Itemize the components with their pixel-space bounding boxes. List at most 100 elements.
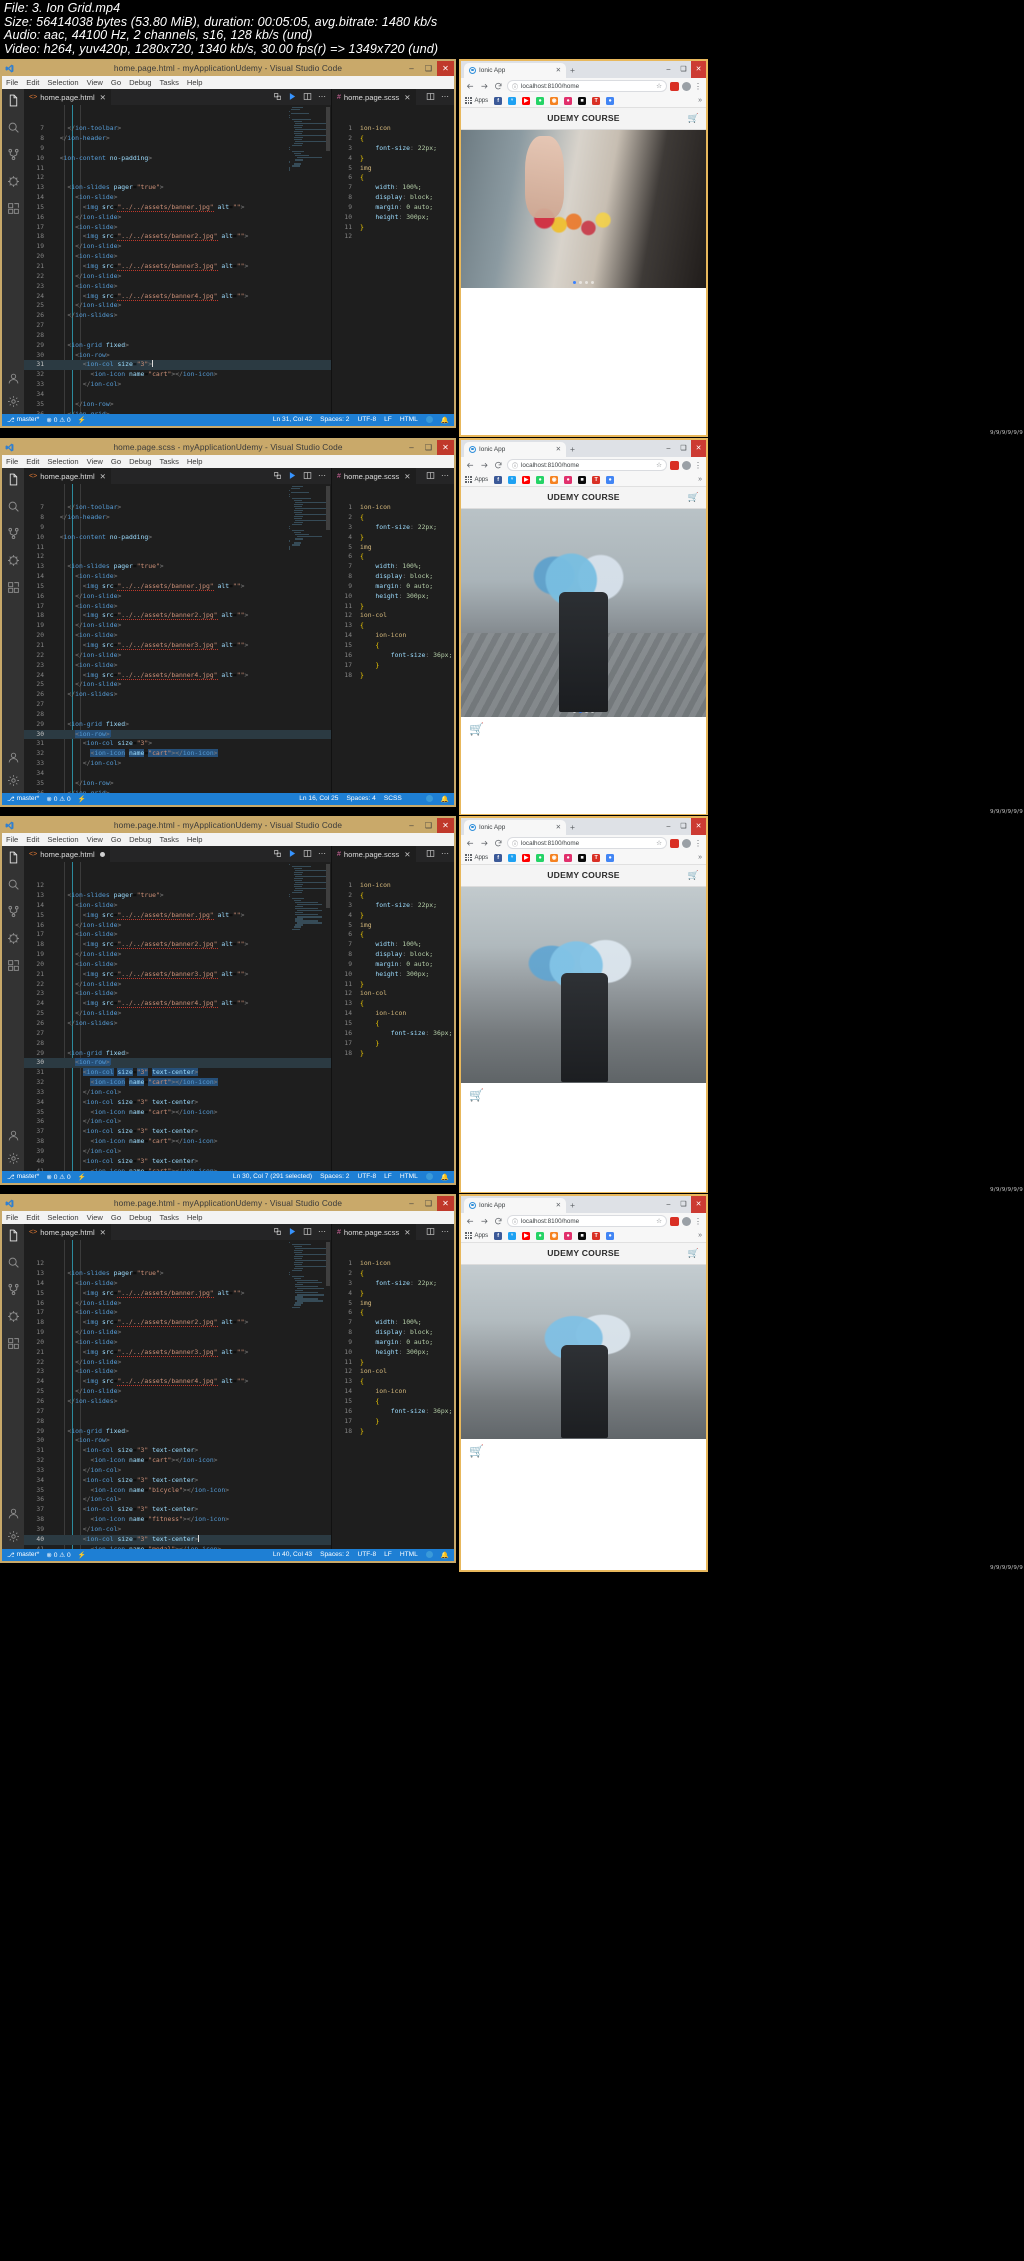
status-bell-icon[interactable]: 🔔	[441, 1551, 449, 1559]
tab-home-page-html[interactable]: <> home.page.html ✕	[24, 88, 111, 105]
status-eol[interactable]: LF	[384, 416, 392, 423]
banner-slider[interactable]	[461, 1264, 706, 1439]
browser-minimize-button[interactable]: –	[661, 440, 676, 457]
tab-home-page-scss[interactable]: # home.page.scss ✕	[332, 845, 416, 862]
bookmark-dark-icon[interactable]: ■	[578, 853, 587, 862]
address-bar[interactable]: ⓘ localhost:8100/home ☆	[507, 80, 667, 92]
status-cursor-position[interactable]: Ln 30, Col 7 (291 selected)	[233, 1173, 312, 1180]
browser-tab-close-icon[interactable]: ✕	[556, 823, 561, 831]
status-cursor-position[interactable]: Ln 16, Col 25	[299, 795, 338, 802]
more-actions-icon[interactable]: ⋯	[318, 849, 326, 858]
run-icon[interactable]	[288, 849, 297, 858]
menu-item-file[interactable]: File	[6, 78, 18, 87]
back-arrow-icon[interactable]	[465, 1216, 476, 1227]
tab-close-icon[interactable]: ✕	[404, 93, 410, 102]
menu-item-help[interactable]: Help	[187, 835, 203, 844]
browser-tab-close-icon[interactable]: ✕	[556, 445, 561, 453]
status-encoding[interactable]: UTF-8	[357, 1173, 376, 1180]
more-actions-icon[interactable]: ⋯	[441, 849, 449, 858]
menu-item-selection[interactable]: Selection	[47, 1213, 78, 1222]
browser-menu-icon[interactable]: ⋮	[694, 82, 702, 91]
extension-icon-red[interactable]	[670, 838, 679, 848]
profile-avatar-icon[interactable]	[682, 460, 691, 470]
browser-minimize-button[interactable]: –	[661, 818, 676, 835]
vscode-maximize-button[interactable]: ❑	[420, 440, 437, 455]
split-editor-icon[interactable]	[426, 849, 435, 858]
code-area-scss[interactable]: 1 ion-icon 2{3 font-size: 22px; 4} 5 img 6{7 w…	[332, 104, 454, 414]
bookmark-instagram-icon[interactable]: ●	[564, 475, 573, 484]
scrollbar-thumb[interactable]	[326, 863, 330, 908]
browser-close-button[interactable]: ✕	[691, 817, 706, 835]
back-arrow-icon[interactable]	[465, 838, 476, 849]
bookmark-t-icon[interactable]: T	[592, 96, 601, 105]
bookmarks-overflow-icon[interactable]: »	[698, 854, 702, 861]
menu-item-tasks[interactable]: Tasks	[159, 1213, 178, 1222]
bookmark-dark-icon[interactable]: ■	[578, 475, 587, 484]
status-indentation[interactable]: Spaces: 2	[320, 1173, 349, 1180]
source-control-icon[interactable]	[5, 904, 21, 920]
menu-item-file[interactable]: File	[6, 835, 18, 844]
bookmark-t-icon[interactable]: T	[592, 475, 601, 484]
new-tab-button[interactable]: +	[566, 63, 579, 78]
account-icon[interactable]	[5, 371, 21, 387]
bookmark-instagram-icon[interactable]: ●	[564, 1231, 573, 1240]
bookmark-instagram-icon[interactable]: ●	[564, 96, 573, 105]
extensions-icon[interactable]	[5, 201, 21, 217]
browser-tab-ionic-app[interactable]: Ionic App ✕	[464, 62, 566, 78]
menu-item-view[interactable]: View	[87, 78, 103, 87]
bookmark-blue-icon[interactable]: ●	[606, 475, 615, 484]
browser-close-button[interactable]: ✕	[691, 1195, 706, 1213]
menu-item-edit[interactable]: Edit	[26, 835, 39, 844]
bookmark-orange-icon[interactable]: ◉	[550, 853, 559, 862]
status-indentation[interactable]: Spaces: 2	[320, 1551, 349, 1558]
status-problems[interactable]: ⊗ 0 ⚠ 0	[46, 1173, 70, 1181]
pager-dot[interactable]	[579, 280, 582, 284]
bookmark-t-icon[interactable]: T	[592, 1231, 601, 1240]
status-live-icon[interactable]: ⚡	[78, 795, 86, 803]
back-arrow-icon[interactable]	[465, 81, 476, 92]
pager-dot[interactable]	[573, 280, 576, 284]
code-area-html[interactable]: 7 </ion-toolbar> 8 </ion-header> 9 10 <ion-…	[24, 483, 331, 793]
tab-home-page-scss[interactable]: # home.page.scss ✕	[332, 1223, 416, 1240]
new-tab-button[interactable]: +	[566, 820, 579, 835]
minimap-html[interactable]	[289, 106, 330, 412]
bookmark-youtube-icon[interactable]: ▶	[522, 1231, 531, 1240]
menu-item-tasks[interactable]: Tasks	[159, 78, 178, 87]
profile-avatar-icon[interactable]	[682, 1216, 691, 1226]
code-area-scss[interactable]: 1 ion-icon 2{3 font-size: 22px; 4} 5 img 6{7 w…	[332, 483, 454, 793]
forward-arrow-icon[interactable]	[479, 1216, 490, 1227]
address-bar[interactable]: ⓘ localhost:8100/home ☆	[507, 837, 667, 849]
bookmark-orange-icon[interactable]: ◉	[550, 475, 559, 484]
code-area-html[interactable]: 12 13 <ion-slides pager="true"> 14 <ion-sl…	[24, 1239, 331, 1549]
account-icon[interactable]	[5, 1128, 21, 1144]
browser-maximize-button[interactable]: ❑	[676, 1196, 691, 1213]
search-icon[interactable]	[5, 499, 21, 515]
new-tab-button[interactable]: +	[566, 442, 579, 457]
status-cursor-position[interactable]: Ln 31, Col 42	[273, 416, 312, 423]
forward-arrow-icon[interactable]	[479, 81, 490, 92]
cart-icon[interactable]: 🛒	[688, 113, 699, 124]
gear-icon[interactable]	[5, 773, 21, 789]
status-language-mode[interactable]: HTML	[400, 1173, 418, 1180]
split-preview-icon[interactable]	[273, 92, 282, 101]
new-tab-button[interactable]: +	[566, 1198, 579, 1213]
address-bar[interactable]: ⓘ localhost:8100/home ☆	[507, 459, 667, 471]
tab-close-icon[interactable]: ✕	[404, 1228, 410, 1237]
menu-item-go[interactable]: Go	[111, 835, 121, 844]
status-encoding[interactable]: UTF-8	[357, 1551, 376, 1558]
menu-item-debug[interactable]: Debug	[129, 835, 151, 844]
debug-icon[interactable]	[5, 931, 21, 947]
extension-icon-red[interactable]	[670, 460, 679, 470]
source-control-icon[interactable]	[5, 1282, 21, 1298]
scrollbar-thumb[interactable]	[326, 485, 330, 530]
status-feedback-icon[interactable]	[425, 795, 433, 802]
banner-slider[interactable]	[461, 129, 706, 288]
gear-icon[interactable]	[5, 1151, 21, 1167]
split-editor-icon[interactable]	[303, 471, 312, 480]
browser-maximize-button[interactable]: ❑	[676, 440, 691, 457]
source-control-icon[interactable]	[5, 526, 21, 542]
browser-tab-close-icon[interactable]: ✕	[556, 1201, 561, 1209]
bookmark-apps[interactable]: Apps	[465, 854, 488, 861]
status-bell-icon[interactable]: 🔔	[441, 1173, 449, 1181]
status-cursor-position[interactable]: Ln 40, Col 43	[273, 1551, 312, 1558]
